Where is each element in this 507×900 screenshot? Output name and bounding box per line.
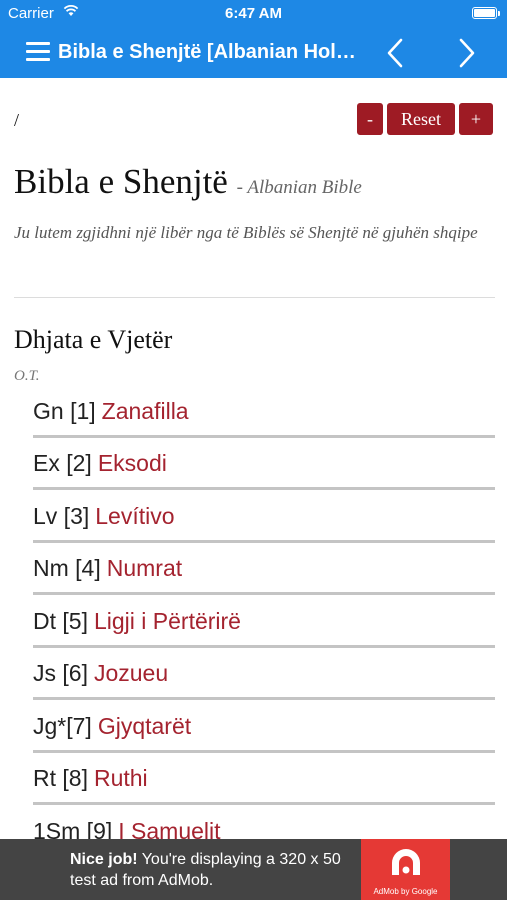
zoom-in-button[interactable]: + [459,103,493,135]
hamburger-menu-icon[interactable] [26,42,50,62]
book-code: Rt [8] [33,765,88,792]
book-name[interactable]: Eksodi [98,450,167,477]
book-item[interactable]: 1Sm [9] I Samuelit [33,805,495,839]
book-name[interactable]: I Samuelit [118,818,220,839]
book-name[interactable]: Zanafilla [102,398,189,425]
divider [14,297,495,298]
book-name[interactable]: Numrat [107,555,182,582]
book-name[interactable]: Ruthi [94,765,148,792]
page-title-text: Bibla e Shenjtë [14,162,228,201]
battery-icon [472,7,500,19]
admob-logo[interactable]: AdMob by Google [361,839,450,900]
nav-title: Bibla e Shenjtë [Albanian Holy Bible] [58,41,358,63]
zoom-out-button[interactable]: - [357,103,383,135]
zoom-controls: - Reset + [357,103,493,135]
admob-icon [392,849,420,875]
ad-text: Nice job! You're displaying a 320 x 50 t… [70,849,360,891]
book-code: Lv [3] [33,502,90,529]
nav-bar: Bibla e Shenjtë [Albanian Holy Bible] [0,28,507,78]
status-time: 6:47 AM [225,5,282,22]
status-bar: Carrier 6:47 AM [0,0,507,28]
ad-logo-caption: AdMob by Google [373,887,438,896]
book-code: Js [6] [33,660,88,687]
book-item[interactable]: Ex [2] Eksodi [33,438,495,490]
book-item[interactable]: Dt [5] Ligji i Përtërirë [33,595,495,648]
book-name[interactable]: Levítivo [95,503,174,530]
ad-banner[interactable]: Nice job! You're displaying a 320 x 50 t… [0,839,507,900]
chevron-left-icon[interactable] [381,36,411,70]
breadcrumb[interactable]: / [14,110,19,131]
main-content[interactable]: / - Reset + Bibla e Shenjtë - Albanian B… [0,78,507,839]
book-item[interactable]: Rt [8] Ruthi [33,753,495,805]
ad-headline: Nice job! [70,851,138,868]
intro-text: Ju lutem zgjidhni një libër nga të Biblë… [14,223,478,242]
book-list: Gn [1] Zanafilla Ex [2] Eksodi Lv [3] Le… [33,385,495,839]
reset-button[interactable]: Reset [387,103,455,135]
book-name[interactable]: Ligji i Përtërirë [94,608,241,635]
book-item[interactable]: Nm [4] Numrat [33,543,495,595]
battery-level [474,9,495,17]
chevron-right-icon[interactable] [451,36,481,70]
page-subtitle: - Albanian Bible [236,177,362,198]
section-title: Dhjata e Vjetër [14,325,173,354]
book-item[interactable]: Gn [1] Zanafilla [33,385,495,438]
book-code: Nm [4] [33,555,101,582]
book-code: Ex [2] [33,450,92,477]
book-code: 1Sm [9] [33,817,113,839]
book-code: Jg*[7] [33,712,92,739]
book-name[interactable]: Gjyqtarët [98,713,191,740]
book-code: Dt [5] [33,607,88,634]
section-abbr: O.T. [14,368,40,384]
book-code: Gn [1] [33,397,96,424]
book-name[interactable]: Jozueu [94,660,168,687]
book-item[interactable]: Jg*[7] Gjyqtarët [33,700,495,753]
book-item[interactable]: Js [6] Jozueu [33,648,495,700]
book-item[interactable]: Lv [3] Levítivo [33,490,495,543]
page-title: Bibla e Shenjtë - Albanian Bible [14,162,362,202]
